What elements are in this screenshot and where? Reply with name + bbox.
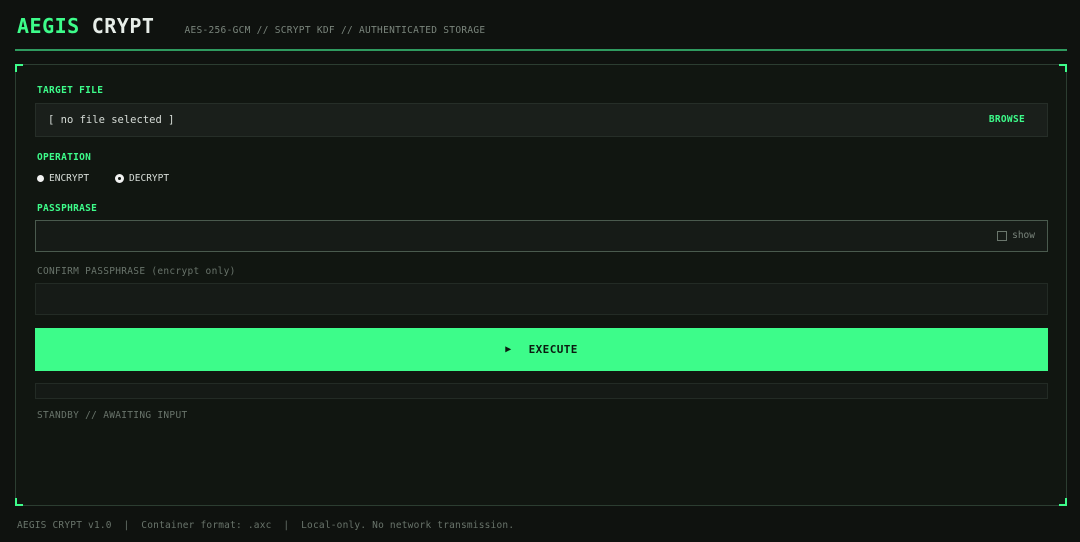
radio-encrypt[interactable]: ENCRYPT xyxy=(37,173,89,184)
browse-button[interactable]: BROWSE xyxy=(989,114,1025,125)
panel-corner xyxy=(15,64,23,72)
radio-decrypt-label: DECRYPT xyxy=(129,173,170,184)
execute-button[interactable]: ▶ EXECUTE xyxy=(35,328,1048,371)
radio-unselected-icon xyxy=(37,175,44,182)
radio-decrypt[interactable]: DECRYPT xyxy=(115,173,169,184)
target-file-label: TARGET FILE xyxy=(37,85,104,96)
play-icon: ▶ xyxy=(505,344,512,355)
operation-radio-group: ENCRYPT DECRYPT xyxy=(37,173,195,184)
brand-primary: AEGIS xyxy=(17,14,80,38)
file-picker[interactable]: [ no file selected ] BROWSE xyxy=(35,103,1048,137)
main-panel: TARGET FILE [ no file selected ] BROWSE … xyxy=(15,64,1067,506)
passphrase-input[interactable]: show xyxy=(35,220,1048,252)
show-passphrase-toggle[interactable]: show xyxy=(997,230,1035,241)
show-checkbox[interactable] xyxy=(997,230,1008,241)
show-label: show xyxy=(1012,230,1035,241)
operation-label: OPERATION xyxy=(37,152,92,163)
execute-label: EXECUTE xyxy=(528,343,578,356)
progress-bar xyxy=(35,383,1048,399)
app-header: AEGIS CRYPT AES-256-GCM // SCRYPT KDF //… xyxy=(17,14,485,38)
radio-encrypt-label: ENCRYPT xyxy=(49,173,90,184)
panel-corner xyxy=(15,498,23,506)
panel-corner xyxy=(1059,64,1067,72)
radio-selected-icon xyxy=(115,174,125,183)
header-tagline: AES-256-GCM // SCRYPT KDF // AUTHENTICAT… xyxy=(184,25,486,36)
confirm-passphrase-label: CONFIRM PASSPHRASE (encrypt only) xyxy=(37,266,236,277)
header-divider xyxy=(15,49,1067,51)
panel-corner xyxy=(1059,498,1067,506)
brand-secondary: CRYPT xyxy=(91,14,155,38)
file-path-display: [ no file selected ] xyxy=(48,114,175,126)
passphrase-label: PASSPHRASE xyxy=(37,203,98,214)
confirm-passphrase-input[interactable] xyxy=(35,283,1048,315)
status-text: STANDBY // AWAITING INPUT xyxy=(37,410,188,421)
footer-text: AEGIS CRYPT v1.0 | Container format: .ax… xyxy=(17,520,515,531)
